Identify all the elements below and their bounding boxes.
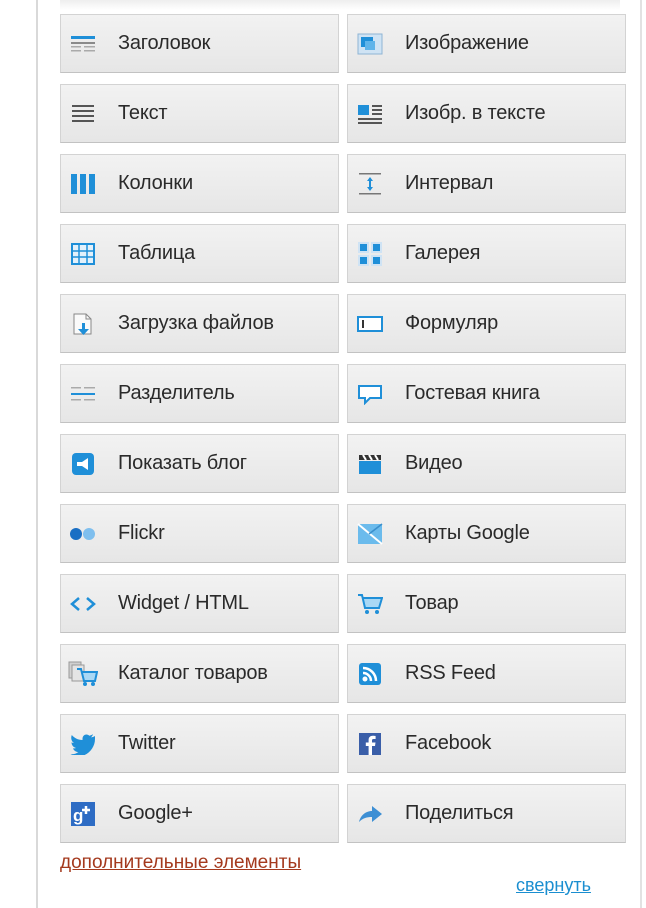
guestbook-icon — [355, 379, 385, 409]
element-form-label: Формуляр — [405, 312, 499, 334]
facebook-icon — [355, 729, 385, 759]
element-rss-feed-button[interactable]: RSS Feed — [347, 644, 626, 703]
element-text-label: Текст — [118, 102, 168, 124]
element-table-button[interactable]: Таблица — [60, 224, 339, 283]
element-heading-button[interactable]: Заголовок — [60, 14, 339, 73]
gallery-icon — [355, 239, 385, 269]
element-share-button[interactable]: Поделиться — [347, 784, 626, 843]
element-show-blog-button[interactable]: Показать блог — [60, 434, 339, 493]
element-image-in-text-button[interactable]: Изобр. в тексте — [347, 84, 626, 143]
element-product-button[interactable]: Товар — [347, 574, 626, 633]
element-spacing-button[interactable]: Интервал — [347, 154, 626, 213]
blog-icon — [68, 449, 98, 479]
elements-panel: Заголовок Изображение Текст Изобр. в тексте… — [0, 0, 646, 908]
element-divider-label: Разделитель — [118, 382, 235, 404]
element-flickr-button[interactable]: Flickr — [60, 504, 339, 563]
flickr-icon — [68, 519, 98, 549]
element-google-maps-button[interactable]: Карты Google — [347, 504, 626, 563]
element-widget-html-label: Widget / HTML — [118, 592, 249, 614]
more-elements-link[interactable]: дополнительные элементы — [60, 852, 301, 874]
element-file-upload-button[interactable]: Загрузка файлов — [60, 294, 339, 353]
share-icon — [355, 799, 385, 829]
element-product-catalog-label: Каталог товаров — [118, 662, 268, 684]
image-in-text-icon — [355, 99, 385, 129]
spacing-icon — [355, 169, 385, 199]
element-product-catalog-button[interactable]: Каталог товаров — [60, 644, 339, 703]
video-icon — [355, 449, 385, 479]
element-widget-html-button[interactable]: Widget / HTML — [60, 574, 339, 633]
collapse-link[interactable]: свернуть — [516, 875, 591, 896]
element-facebook-label: Facebook — [405, 732, 492, 754]
svg-text:g: g — [73, 806, 83, 825]
panel-left-border — [36, 0, 38, 908]
catalog-icon — [68, 659, 98, 689]
element-gallery-label: Галерея — [405, 242, 481, 264]
element-video-button[interactable]: Видео — [347, 434, 626, 493]
element-image-label: Изображение — [405, 32, 529, 54]
element-image-button[interactable]: Изображение — [347, 14, 626, 73]
twitter-icon — [68, 729, 98, 759]
element-twitter-label: Twitter — [118, 732, 176, 754]
cart-icon — [355, 589, 385, 619]
file-upload-icon — [68, 309, 98, 339]
element-facebook-button[interactable]: Facebook — [347, 714, 626, 773]
element-form-button[interactable]: Формуляр — [347, 294, 626, 353]
form-icon — [355, 309, 385, 339]
element-guestbook-label: Гостевая книга — [405, 382, 540, 404]
element-twitter-button[interactable]: Twitter — [60, 714, 339, 773]
element-google-plus-label: Google+ — [118, 802, 193, 824]
panel-top-fade — [60, 0, 620, 10]
text-icon — [68, 99, 98, 129]
element-show-blog-label: Показать блог — [118, 452, 247, 474]
columns-icon — [68, 169, 98, 199]
element-product-label: Товар — [405, 592, 459, 614]
element-file-upload-label: Загрузка файлов — [118, 312, 274, 334]
element-rss-feed-label: RSS Feed — [405, 662, 496, 684]
element-google-maps-label: Карты Google — [405, 522, 530, 544]
element-video-label: Видео — [405, 452, 463, 474]
google-plus-icon: g — [68, 799, 98, 829]
heading-icon — [68, 29, 98, 59]
element-spacing-label: Интервал — [405, 172, 494, 194]
code-icon — [68, 589, 98, 619]
elements-grid: Заголовок Изображение Текст Изобр. в тексте… — [60, 14, 626, 843]
divider-icon — [68, 379, 98, 409]
element-flickr-label: Flickr — [118, 522, 165, 544]
element-gallery-button[interactable]: Галерея — [347, 224, 626, 283]
element-image-in-text-label: Изобр. в тексте — [405, 102, 546, 124]
image-icon — [355, 29, 385, 59]
rss-icon — [355, 659, 385, 689]
element-text-button[interactable]: Текст — [60, 84, 339, 143]
element-divider-button[interactable]: Разделитель — [60, 364, 339, 423]
element-columns-label: Колонки — [118, 172, 193, 194]
panel-right-border — [640, 0, 642, 908]
map-icon — [355, 519, 385, 549]
element-columns-button[interactable]: Колонки — [60, 154, 339, 213]
element-table-label: Таблица — [118, 242, 196, 264]
element-guestbook-button[interactable]: Гостевая книга — [347, 364, 626, 423]
element-google-plus-button[interactable]: g Google+ — [60, 784, 339, 843]
element-share-label: Поделиться — [405, 802, 514, 824]
element-heading-label: Заголовок — [118, 32, 211, 54]
table-icon — [68, 239, 98, 269]
